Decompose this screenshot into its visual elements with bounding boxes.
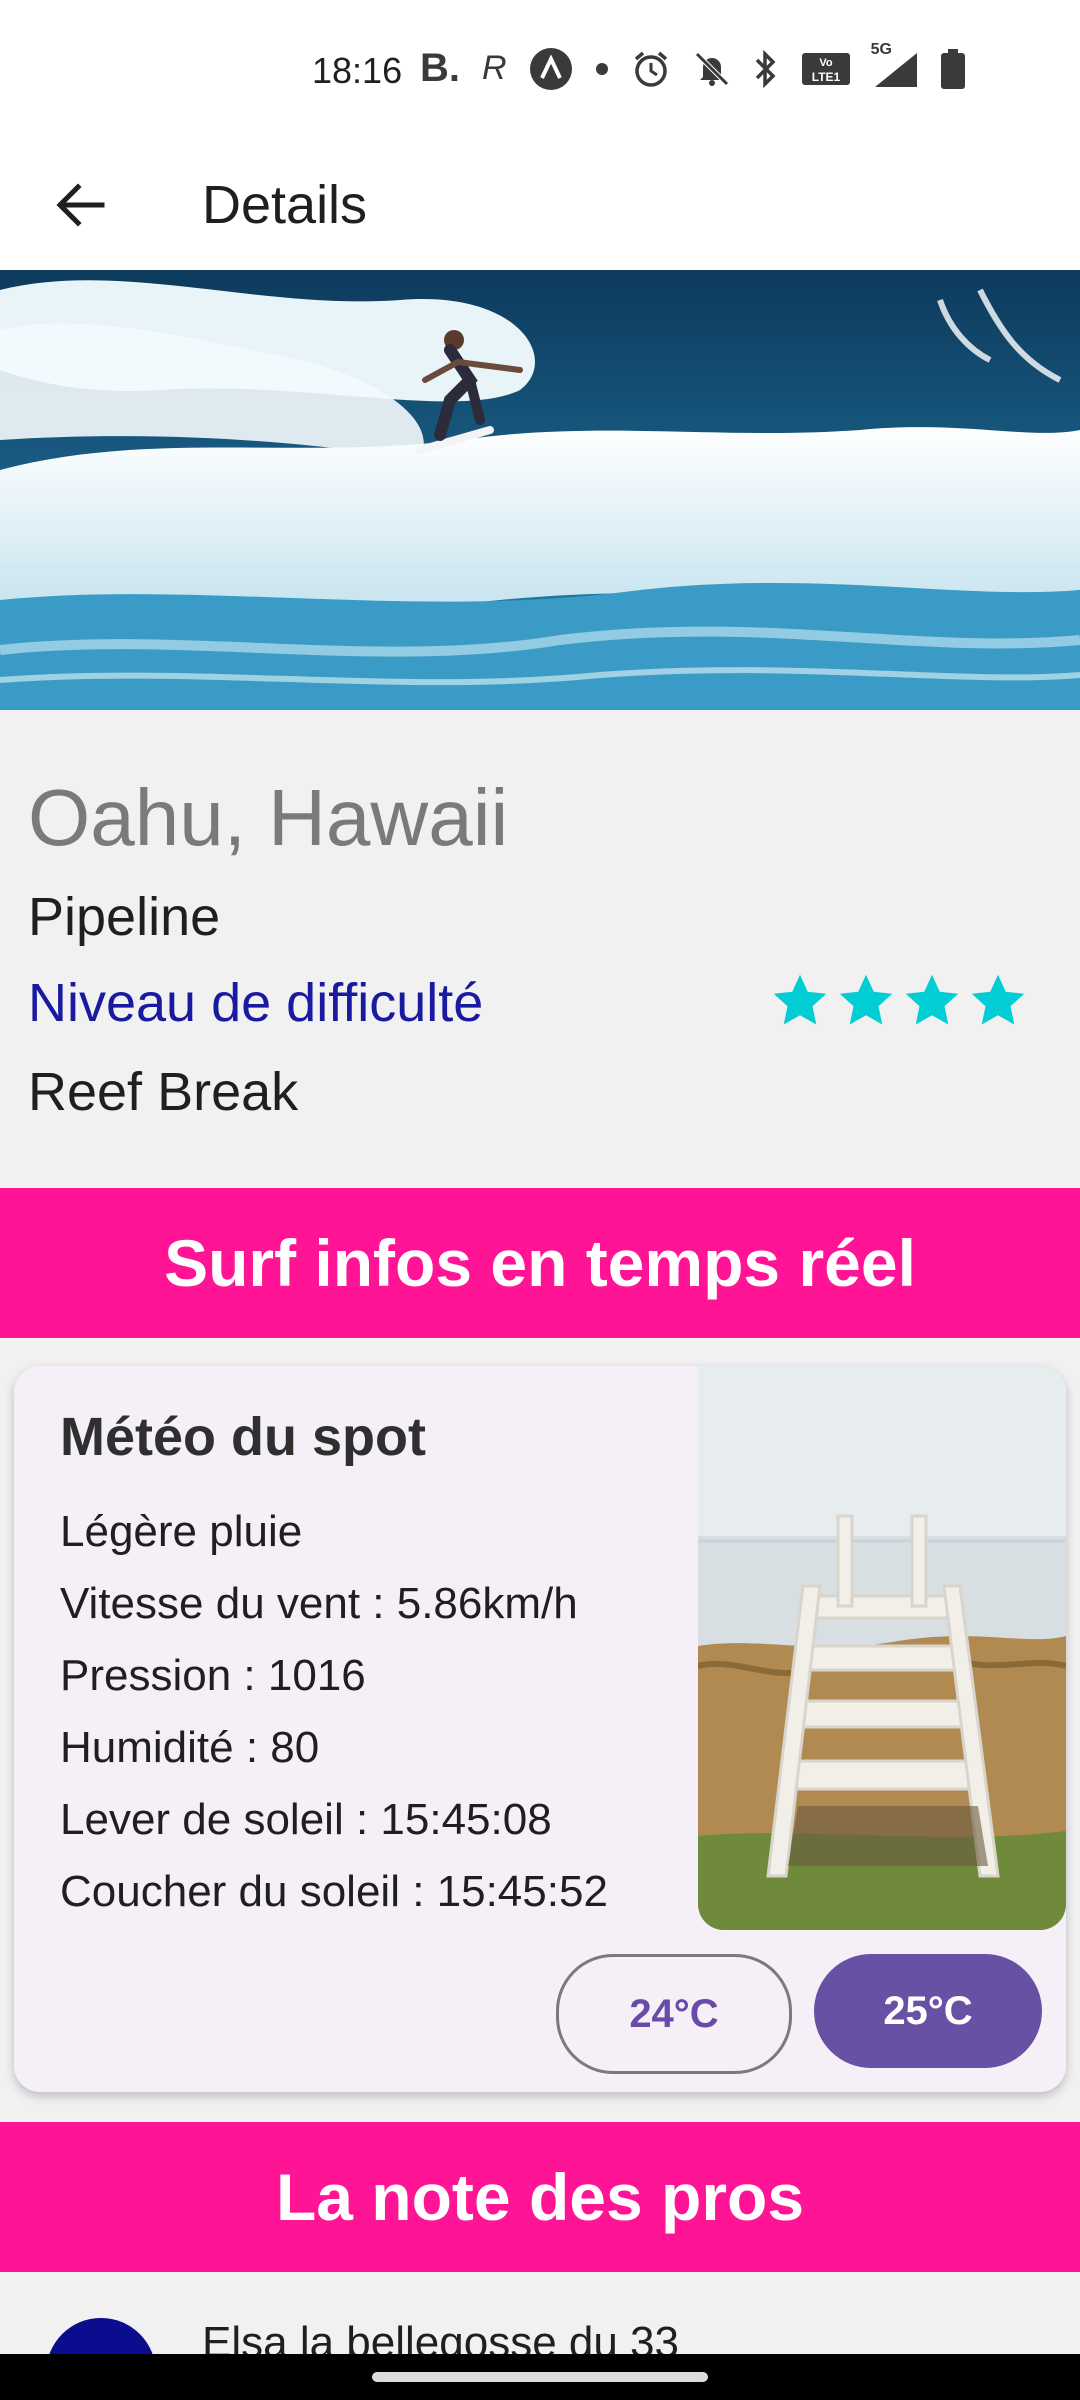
- network-label: 5G: [870, 40, 892, 58]
- weather-image: [698, 1366, 1066, 1930]
- star-icon: [905, 974, 959, 1025]
- booking-app-icon: B.: [420, 46, 460, 90]
- difficulty-stars: [770, 970, 1028, 1032]
- weather-details: Légère pluie Vitesse du vent : 5.86km/h …: [60, 1496, 608, 1928]
- weather-condition: Légère pluie: [60, 1507, 303, 1556]
- weather-sunrise: Lever de soleil : 15:45:08: [60, 1795, 552, 1844]
- star-icon: [773, 974, 827, 1025]
- spot-name: Pipeline: [28, 887, 221, 947]
- a-app-icon: [529, 47, 573, 91]
- temp-max-button[interactable]: 25°C: [814, 1954, 1042, 2068]
- temp-min-button[interactable]: 24°C: [556, 1954, 792, 2074]
- page-title: Details: [202, 175, 368, 235]
- app-bar: Details: [0, 140, 1080, 270]
- star-icon: [971, 974, 1025, 1025]
- mute-icon: [693, 50, 731, 88]
- status-bar: 18:16 B. R Vo LTE1 5G: [0, 0, 1080, 140]
- weather-sunset: Coucher du soleil : 15:45:52: [60, 1867, 608, 1916]
- back-button[interactable]: [40, 170, 120, 240]
- svg-text:LTE1: LTE1: [811, 70, 840, 84]
- r-app-icon: R: [482, 49, 507, 87]
- weather-pressure: Pression : 1016: [60, 1651, 366, 1700]
- spot-city: Oahu, Hawaii: [28, 773, 509, 862]
- volte-icon: Vo LTE1: [801, 52, 851, 86]
- weather-wind: Vitesse du vent : 5.86km/h: [60, 1579, 578, 1628]
- home-gesture-handle[interactable]: [372, 2372, 708, 2382]
- signal-5g-icon: 5G: [871, 41, 919, 89]
- difficulty-label: Niveau de difficulté: [28, 973, 484, 1033]
- star-icon: [839, 974, 893, 1025]
- weather-card: Météo du spot Légère pluie Vitesse du ve…: [14, 1366, 1066, 2092]
- pros-banner: La note des pros: [0, 2122, 1080, 2272]
- realtime-banner: Surf infos en temps réel: [0, 1188, 1080, 1338]
- weather-title: Météo du spot: [60, 1407, 426, 1467]
- status-icons: B. R Vo LTE1 5G: [420, 41, 965, 91]
- svg-text:Vo: Vo: [819, 57, 833, 69]
- status-time: 18:16: [312, 50, 403, 91]
- battery-icon: [940, 48, 965, 89]
- break-type: Reef Break: [28, 1062, 299, 1122]
- dot-icon: [595, 62, 609, 76]
- system-nav-bar: [0, 2354, 1080, 2400]
- arrow-left-icon: [56, 183, 105, 227]
- bluetooth-icon: [753, 49, 779, 88]
- alarm-icon: [631, 49, 671, 89]
- weather-humidity: Humidité : 80: [60, 1723, 320, 1772]
- spot-hero-image: [0, 270, 1080, 710]
